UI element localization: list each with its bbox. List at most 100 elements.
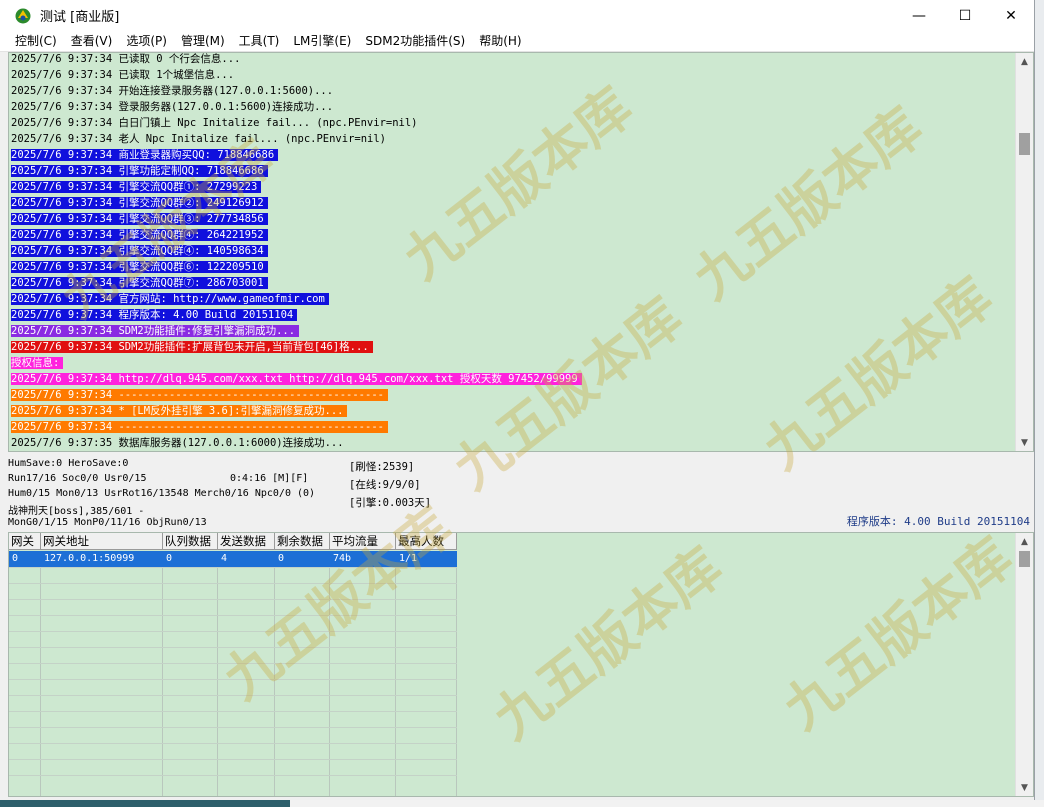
grid-line: [395, 567, 396, 796]
log-line-text: 2025/7/6 9:37:34 引擎交流QQ群①: 27299223: [11, 181, 262, 193]
grid-line: [9, 775, 457, 776]
log-line: 2025/7/6 9:37:34 引擎交流QQ群④: 264221952: [11, 227, 268, 243]
table-cell[interactable]: 0: [9, 551, 41, 567]
log-line: 2025/7/6 9:37:34 程序版本: 4.00 Build 201511…: [11, 307, 298, 323]
scroll-thumb[interactable]: [1019, 551, 1030, 567]
minimize-button[interactable]: —: [896, 0, 942, 31]
status-hum: Hum0/15 Mon0/13 UsrRot16/13548 Merch0/16…: [8, 488, 316, 499]
log-panel: 2025/7/6 9:37:34 已读取 0 个行会信息... 2025/7/6 …: [8, 52, 1034, 452]
desktop-background: [1034, 0, 1044, 807]
title-bar[interactable]: 测试 [商业版] — ☐ ✕: [0, 0, 1034, 31]
status-run: Run17/16 Soc0/0 Usr0/15: [8, 473, 147, 484]
log-line-text: 2025/7/6 9:37:34 引擎交流QQ群⑦: 286703001: [11, 277, 268, 289]
column-header[interactable]: 平均流量: [330, 533, 396, 550]
gateway-scrollbar[interactable]: ▲ ▼: [1015, 533, 1033, 796]
column-header[interactable]: 剩余数据: [275, 533, 330, 550]
menu-control[interactable]: 控制(C): [8, 31, 64, 51]
scroll-up-icon[interactable]: ▲: [1016, 53, 1033, 70]
log-line-text: 2025/7/6 9:37:34 引擎交流QQ群②: 249126912: [11, 197, 268, 209]
column-header[interactable]: 网关: [9, 533, 41, 550]
status-boss: 战神刑天[boss],385/601 -: [8, 506, 145, 517]
grid-line: [456, 567, 457, 796]
caption-buttons: — ☐ ✕: [896, 0, 1034, 31]
menu-sdm2-plugin[interactable]: SDM2功能插件(S): [358, 31, 472, 51]
grid-line: [9, 711, 457, 712]
log-line: 2025/7/6 9:37:34 引擎交流QQ群①: 27299223: [11, 179, 262, 195]
log-line: 2025/7/6 9:37:34 开始连接登录服务器(127.0.0.1:560…: [11, 83, 337, 99]
grid-line: [9, 631, 457, 632]
log-scrollbar[interactable]: ▲ ▼: [1015, 53, 1033, 451]
log-line: 2025/7/6 9:37:34 老人 Npc Initalize fail..…: [11, 131, 390, 147]
menu-help[interactable]: 帮助(H): [472, 31, 528, 51]
menu-view[interactable]: 查看(V): [64, 31, 120, 51]
status-panel: HumSave:0 HeroSave:0 Run17/16 Soc0/0 Usr…: [8, 455, 1034, 531]
log-line-text: 2025/7/6 9:37:34 -----------------------…: [11, 389, 388, 401]
grid-line: [9, 567, 457, 568]
log-line-text: 2025/7/6 9:37:34 引擎功能定制QQ: 718846686: [11, 165, 268, 177]
grid-line: [9, 743, 457, 744]
column-header[interactable]: 发送数据: [218, 533, 275, 550]
log-line-text: 2025/7/6 9:37:35 数据库服务器(127.0.0.1:6000)连…: [11, 437, 344, 449]
log-line: 2025/7/6 9:37:34 引擎交流QQ群③: 277734856: [11, 211, 268, 227]
log-line-text: 2025/7/6 9:37:34 商业登录器购买QQ: 718846686: [11, 149, 279, 161]
log-line-text: 2025/7/6 9:37:34 SDM2功能插件:修复引擎漏洞成功...: [11, 325, 300, 337]
table-cell[interactable]: 127.0.0.1:50999: [41, 551, 163, 567]
column-header[interactable]: 队列数据: [163, 533, 218, 550]
grid-line: [9, 759, 457, 760]
table-cell[interactable]: 1/1: [396, 551, 457, 567]
status-save: HumSave:0 HeroSave:0: [8, 458, 129, 469]
log-line: 2025/7/6 9:37:34 商业登录器购买QQ: 718846686: [11, 147, 279, 163]
log-line-text: 2025/7/6 9:37:34 官方网站: http://www.gameof…: [11, 293, 329, 305]
column-header[interactable]: 最高人数: [396, 533, 457, 550]
table-cell[interactable]: 0: [275, 551, 330, 567]
table-cell[interactable]: 4: [218, 551, 275, 567]
menu-tools[interactable]: 工具(T): [232, 31, 287, 51]
column-header[interactable]: 网关地址: [41, 533, 163, 550]
grid-line: [40, 567, 41, 796]
log-line: 2025/7/6 9:37:34 引擎交流QQ群⑥: 122209510: [11, 259, 268, 275]
grid-line: [9, 663, 457, 664]
grid-line: [329, 567, 330, 796]
maximize-button[interactable]: ☐: [942, 0, 988, 31]
log-line: 2025/7/6 9:37:34 已读取 1个城堡信息...: [11, 67, 238, 83]
log-line-text: 2025/7/6 9:37:34 白日门镇上 Npc Initalize fai…: [11, 117, 418, 129]
scroll-thumb[interactable]: [1019, 133, 1030, 155]
menu-manage[interactable]: 管理(M): [174, 31, 232, 51]
scroll-up-icon[interactable]: ▲: [1016, 533, 1033, 550]
status-time: 0:4:16 [M][F]: [230, 473, 309, 484]
table-cell[interactable]: 74b: [330, 551, 396, 567]
log-line: 2025/7/6 9:37:34 http://dlq.945.com/xxx.…: [11, 371, 582, 387]
log-list[interactable]: 2025/7/6 9:37:34 已读取 0 个行会信息... 2025/7/6 …: [9, 53, 1015, 451]
log-line-text: 授权信息:: [11, 357, 64, 369]
log-line-text: 2025/7/6 9:37:34 登录服务器(127.0.0.1:5600)连接…: [11, 101, 334, 113]
log-line: 2025/7/6 9:37:34 * [LM反外挂引擎 3.6]:引擎漏洞修复成…: [11, 403, 348, 419]
grid-line: [9, 727, 457, 728]
log-line: 2025/7/6 9:37:34 白日门镇上 Npc Initalize fai…: [11, 115, 422, 131]
log-line: 2025/7/6 9:37:34 -----------------------…: [11, 387, 388, 403]
status-mon: MonG0/1/15 MonP0/11/16 ObjRun0/13: [8, 517, 207, 528]
log-line-text: 2025/7/6 9:37:34 http://dlq.945.com/xxx.…: [11, 373, 582, 385]
log-line: 2025/7/6 9:37:34 官方网站: http://www.gameof…: [11, 291, 329, 307]
log-line-text: 2025/7/6 9:37:34 已读取 0 个行会信息...: [11, 53, 241, 65]
log-line-text: 2025/7/6 9:37:34 引擎交流QQ群③: 277734856: [11, 213, 268, 225]
scroll-down-icon[interactable]: ▼: [1016, 434, 1033, 451]
app-icon: [15, 8, 31, 23]
log-line-text: 2025/7/6 9:37:34 老人 Npc Initalize fail..…: [11, 133, 387, 145]
window-title: 测试 [商业版]: [40, 10, 120, 25]
log-line: 2025/7/6 9:37:34 SDM2功能插件:扩展背包未开启,当前背包[4…: [11, 339, 373, 355]
scroll-down-icon[interactable]: ▼: [1016, 779, 1033, 796]
log-line: 2025/7/6 9:37:35 数据库服务器(127.0.0.1:6000)连…: [11, 435, 348, 451]
log-line: 2025/7/6 9:37:34 引擎交流QQ群②: 249126912: [11, 195, 268, 211]
log-line: 2025/7/6 9:37:34 已读取 0 个行会信息...: [11, 53, 244, 67]
table-cell[interactable]: 0: [163, 551, 218, 567]
close-button[interactable]: ✕: [988, 0, 1034, 31]
refresh-counter: [刷怪:2539]: [349, 461, 415, 473]
grid-line: [9, 647, 457, 648]
log-line: 授权信息:: [11, 355, 64, 371]
log-line-text: 2025/7/6 9:37:34 引擎交流QQ群④: 264221952: [11, 229, 268, 241]
menu-options[interactable]: 选项(P): [119, 31, 174, 51]
log-line: 2025/7/6 9:37:34 引擎功能定制QQ: 718846686: [11, 163, 268, 179]
menu-lm-engine[interactable]: LM引擎(E): [286, 31, 358, 51]
grid-line: [9, 583, 457, 584]
desktop-window-strip: [290, 800, 1044, 807]
